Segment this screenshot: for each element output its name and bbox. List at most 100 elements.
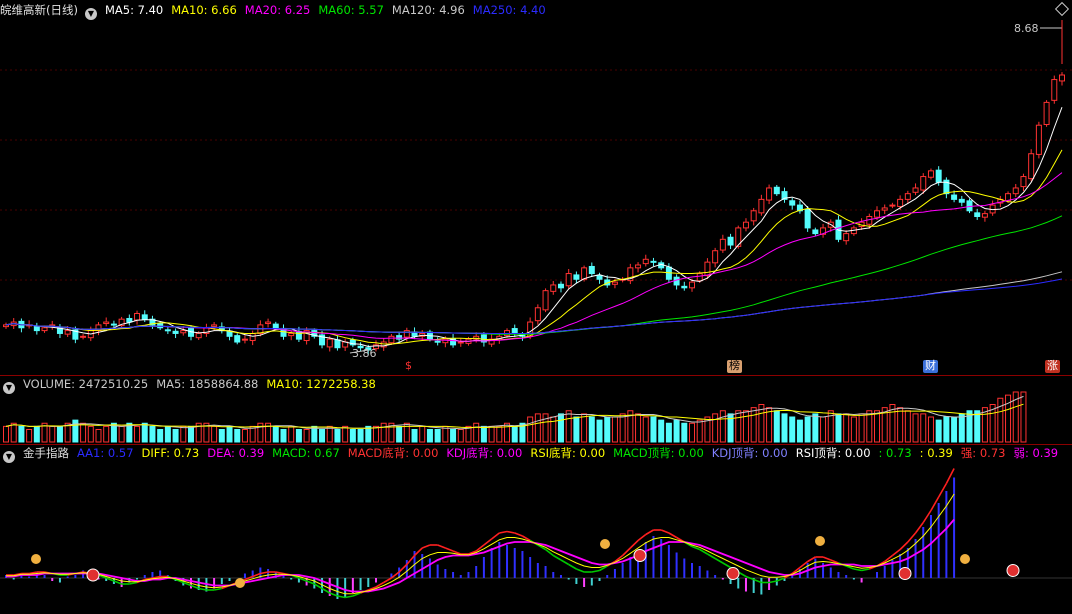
candle-body	[789, 200, 796, 206]
volume-bar	[735, 410, 742, 443]
event-marker-3[interactable]: 涨	[1045, 360, 1060, 373]
candle-body	[288, 332, 295, 337]
candle-body	[642, 258, 649, 265]
volume-bar	[557, 413, 564, 443]
volume-bar	[635, 413, 642, 443]
diff-line	[198, 587, 207, 591]
volume-bar	[650, 416, 657, 443]
volume-bar	[18, 425, 25, 443]
volume-bar	[504, 422, 511, 443]
volume-bar	[488, 425, 495, 443]
candle-body	[110, 323, 117, 326]
volume-bar	[658, 419, 665, 443]
candle-body	[758, 198, 765, 214]
volume-bar	[773, 410, 780, 443]
volume-bar	[565, 410, 572, 443]
candle-body	[1020, 176, 1027, 188]
candle-body	[927, 170, 934, 178]
diff-line	[937, 483, 948, 498]
volume-bar	[396, 425, 403, 443]
candle-body	[920, 176, 927, 191]
diff-line	[337, 595, 346, 599]
candle-body	[958, 198, 965, 203]
volume-bar	[56, 425, 63, 443]
candle-body	[1051, 79, 1058, 101]
diff-line	[545, 548, 554, 557]
candle-body	[180, 330, 187, 334]
candle-body	[773, 186, 780, 195]
volume-bar	[673, 419, 680, 443]
diff-line	[552, 554, 562, 561]
candle-body	[457, 341, 464, 344]
volume-bar	[596, 419, 603, 443]
volume-bar	[766, 407, 773, 443]
volume-bar	[457, 429, 464, 443]
volume-bar	[611, 416, 618, 443]
diff-line	[714, 557, 724, 564]
diff-line	[576, 568, 585, 573]
candle-body	[1043, 101, 1050, 126]
diff-line	[891, 548, 901, 557]
volume-bar	[642, 416, 649, 443]
diff-line	[660, 529, 670, 534]
candle-body	[211, 324, 218, 327]
volume-bar	[712, 413, 719, 443]
volume-bar	[804, 416, 811, 443]
diff-line	[861, 568, 870, 572]
diff-line	[899, 541, 909, 551]
volume-bar	[342, 425, 349, 443]
event-marker-2[interactable]: 财	[923, 360, 938, 373]
volume-bar	[303, 429, 310, 443]
candle-body	[326, 338, 333, 348]
candle-body	[134, 312, 141, 321]
diff-line	[190, 584, 199, 590]
diff-line	[499, 530, 508, 534]
volume-bar	[380, 422, 387, 443]
candle-body	[897, 198, 904, 207]
diff-line	[321, 587, 331, 594]
volume-bar	[835, 413, 842, 443]
dea-line	[6, 518, 955, 593]
price-panel: 皖维高新(日线) ▼ MA5: 7.40 MA10: 6.66 MA20: 6.25 MA…	[0, 0, 1072, 375]
volume-bar	[349, 429, 356, 443]
candle-body	[581, 267, 588, 280]
diff-line	[568, 563, 577, 570]
volume-bar	[49, 425, 56, 443]
diff-line	[252, 572, 261, 578]
candle-body	[442, 338, 449, 344]
volume-bar	[164, 425, 171, 443]
diff-line	[491, 532, 500, 540]
hand-icon	[235, 578, 245, 588]
candle-body	[974, 212, 981, 217]
volume-chart[interactable]	[0, 376, 1072, 444]
diff-line	[930, 496, 940, 511]
candle-body	[727, 236, 734, 246]
candle-body	[195, 332, 202, 339]
candle-body	[843, 233, 850, 242]
candle-body	[272, 323, 279, 329]
candle-body	[611, 281, 618, 285]
event-marker-0[interactable]: $	[403, 360, 414, 373]
candle-body	[912, 187, 919, 193]
volume-bar	[419, 425, 426, 443]
volume-bar	[897, 407, 904, 443]
volume-bar	[927, 416, 934, 443]
volume-bar	[372, 425, 379, 443]
volume-bar	[187, 425, 194, 443]
candle-body	[766, 187, 773, 201]
candle-body	[103, 321, 110, 325]
hand-icon	[31, 554, 41, 564]
price-chart[interactable]	[0, 0, 1072, 375]
volume-bar	[288, 425, 295, 443]
event-marker-1[interactable]: 榜	[727, 360, 742, 373]
signal-ball-icon	[86, 568, 100, 582]
candle-body	[64, 330, 71, 335]
diff-line	[722, 562, 731, 569]
volume-bar	[951, 416, 958, 443]
diff-line	[822, 556, 832, 561]
indicator-chart[interactable]	[0, 445, 1072, 614]
candle-body	[573, 274, 580, 280]
volume-bar	[796, 419, 803, 443]
diff-line	[807, 556, 816, 563]
indicator-panel: ▼ 金手指路 AA1: 0.57 DIFF: 0.73 DEA: 0.39 MACD: 0…	[0, 445, 1072, 614]
